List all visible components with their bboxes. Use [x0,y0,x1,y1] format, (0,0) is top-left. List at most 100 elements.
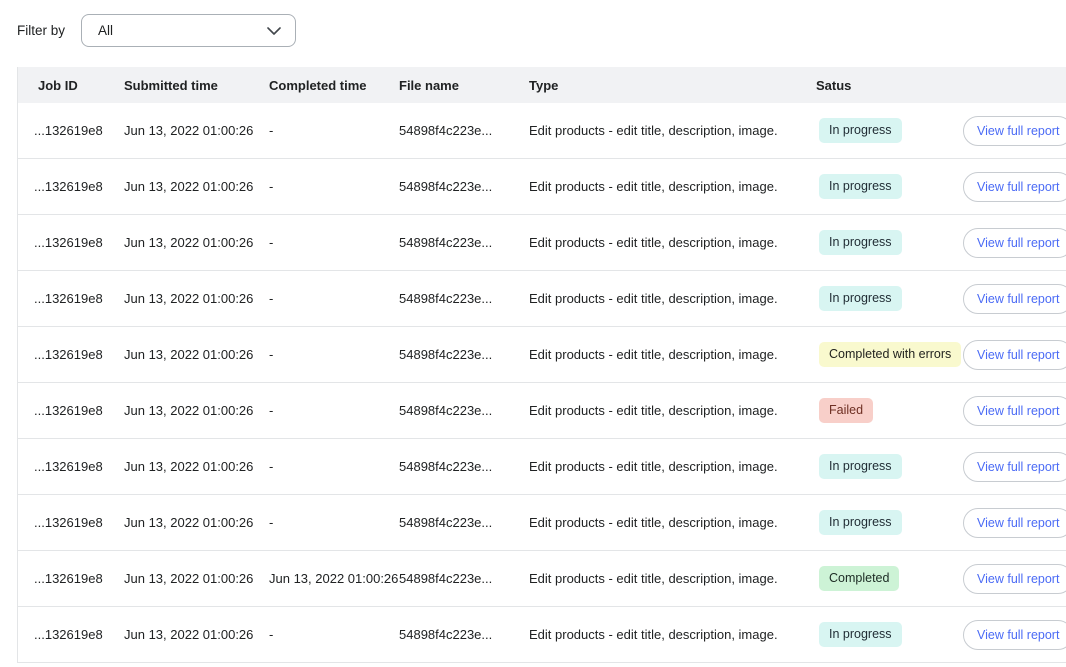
view-full-report-button[interactable]: View full report [963,564,1066,594]
table-body: ...132619e8 Jun 13, 2022 01:00:26 - 5489… [18,103,1066,663]
status-cell: In progress [816,622,961,647]
submitted-time-cell: Jun 13, 2022 01:00:26 [124,571,269,586]
header-status: Satus [816,78,961,93]
view-full-report-button[interactable]: View full report [963,284,1066,314]
completed-time-cell: Jun 13, 2022 01:00:26 [269,571,399,586]
job-id-cell: ...132619e8 [18,459,124,474]
table-row: ...132619e8 Jun 13, 2022 01:00:26 - 5489… [18,215,1066,271]
status-cell: In progress [816,230,961,255]
type-cell: Edit products - edit title, description,… [529,179,816,194]
job-id-cell: ...132619e8 [18,291,124,306]
status-cell: In progress [816,118,961,143]
status-badge: In progress [819,286,902,311]
action-cell: View full report [961,508,1066,538]
status-badge: In progress [819,454,902,479]
table-row: ...132619e8 Jun 13, 2022 01:00:26 Jun 13… [18,551,1066,607]
submitted-time-cell: Jun 13, 2022 01:00:26 [124,179,269,194]
table-row: ...132619e8 Jun 13, 2022 01:00:26 - 5489… [18,607,1066,663]
status-cell: Failed [816,398,961,423]
submitted-time-cell: Jun 13, 2022 01:00:26 [124,459,269,474]
file-name-cell: 54898f4c223e... [399,235,529,250]
table-row: ...132619e8 Jun 13, 2022 01:00:26 - 5489… [18,439,1066,495]
status-badge: In progress [819,510,902,535]
status-badge: Completed with errors [819,342,961,367]
type-cell: Edit products - edit title, description,… [529,123,816,138]
view-full-report-button[interactable]: View full report [963,396,1066,426]
view-full-report-button[interactable]: View full report [963,116,1066,146]
bulk-jobs-page: Filter by All Job ID Submitted time Comp… [0,0,1066,663]
chevron-down-icon [267,27,281,35]
action-cell: View full report [961,340,1066,370]
type-cell: Edit products - edit title, description,… [529,403,816,418]
status-cell: In progress [816,286,961,311]
job-id-cell: ...132619e8 [18,235,124,250]
completed-time-cell: - [269,347,399,362]
file-name-cell: 54898f4c223e... [399,403,529,418]
submitted-time-cell: Jun 13, 2022 01:00:26 [124,235,269,250]
table-row: ...132619e8 Jun 13, 2022 01:00:26 - 5489… [18,495,1066,551]
completed-time-cell: - [269,515,399,530]
type-cell: Edit products - edit title, description,… [529,235,816,250]
submitted-time-cell: Jun 13, 2022 01:00:26 [124,347,269,362]
table-header-row: Job ID Submitted time Completed time Fil… [18,67,1066,103]
file-name-cell: 54898f4c223e... [399,291,529,306]
filter-label: Filter by [17,23,65,38]
job-id-cell: ...132619e8 [18,515,124,530]
action-cell: View full report [961,284,1066,314]
view-full-report-button[interactable]: View full report [963,228,1066,258]
type-cell: Edit products - edit title, description,… [529,347,816,362]
completed-time-cell: - [269,459,399,474]
view-full-report-button[interactable]: View full report [963,508,1066,538]
view-full-report-button[interactable]: View full report [963,340,1066,370]
header-type: Type [529,78,816,93]
status-cell: Completed [816,566,961,591]
table-row: ...132619e8 Jun 13, 2022 01:00:26 - 5489… [18,271,1066,327]
job-id-cell: ...132619e8 [18,403,124,418]
submitted-time-cell: Jun 13, 2022 01:00:26 [124,627,269,642]
view-full-report-button[interactable]: View full report [963,172,1066,202]
table-row: ...132619e8 Jun 13, 2022 01:00:26 - 5489… [18,327,1066,383]
status-cell: Completed with errors [816,342,961,367]
view-full-report-button[interactable]: View full report [963,452,1066,482]
type-cell: Edit products - edit title, description,… [529,291,816,306]
completed-time-cell: - [269,627,399,642]
type-cell: Edit products - edit title, description,… [529,627,816,642]
job-id-cell: ...132619e8 [18,627,124,642]
action-cell: View full report [961,452,1066,482]
status-badge: Failed [819,398,873,423]
action-cell: View full report [961,564,1066,594]
action-cell: View full report [961,116,1066,146]
filter-selected-value: All [98,23,113,38]
submitted-time-cell: Jun 13, 2022 01:00:26 [124,515,269,530]
job-id-cell: ...132619e8 [18,571,124,586]
status-badge: In progress [819,174,902,199]
header-job-id: Job ID [18,78,124,93]
view-full-report-button[interactable]: View full report [963,620,1066,650]
action-cell: View full report [961,396,1066,426]
filter-dropdown[interactable]: All [81,14,296,47]
type-cell: Edit products - edit title, description,… [529,459,816,474]
job-id-cell: ...132619e8 [18,123,124,138]
completed-time-cell: - [269,403,399,418]
completed-time-cell: - [269,179,399,194]
header-file-name: File name [399,78,529,93]
table-row: ...132619e8 Jun 13, 2022 01:00:26 - 5489… [18,383,1066,439]
status-cell: In progress [816,454,961,479]
type-cell: Edit products - edit title, description,… [529,571,816,586]
job-id-cell: ...132619e8 [18,179,124,194]
jobs-table: Job ID Submitted time Completed time Fil… [17,67,1066,663]
header-submitted-time: Submitted time [124,78,269,93]
action-cell: View full report [961,172,1066,202]
file-name-cell: 54898f4c223e... [399,571,529,586]
completed-time-cell: - [269,123,399,138]
status-badge: Completed [819,566,899,591]
file-name-cell: 54898f4c223e... [399,123,529,138]
table-row: ...132619e8 Jun 13, 2022 01:00:26 - 5489… [18,103,1066,159]
file-name-cell: 54898f4c223e... [399,179,529,194]
completed-time-cell: - [269,291,399,306]
status-badge: In progress [819,622,902,647]
status-cell: In progress [816,510,961,535]
job-id-cell: ...132619e8 [18,347,124,362]
status-badge: In progress [819,230,902,255]
type-cell: Edit products - edit title, description,… [529,515,816,530]
